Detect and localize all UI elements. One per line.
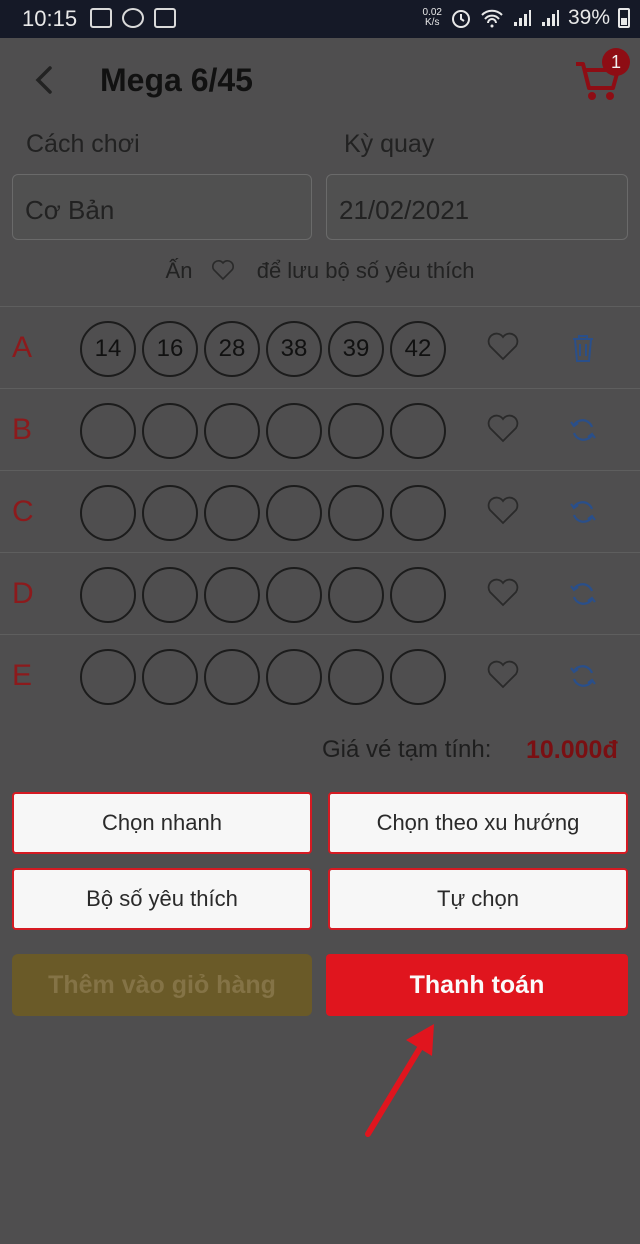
page-title: Mega 6/45 [100, 62, 253, 98]
refresh-icon[interactable] [566, 413, 600, 447]
heart-icon[interactable] [486, 495, 520, 527]
number-ball[interactable]: 42 [390, 321, 446, 377]
price-label: Giá vé tạm tính: [322, 736, 492, 763]
heart-icon[interactable] [486, 413, 520, 445]
network-speed-unit: K/s [425, 17, 440, 28]
heart-icon[interactable] [486, 659, 520, 691]
row-letter: D [12, 577, 34, 610]
favorite-hint: Ấn để lưu bộ số yêu thích [0, 258, 640, 284]
row-letter: E [12, 659, 33, 692]
refresh-icon[interactable] [566, 495, 600, 529]
cart-count-badge: 1 [602, 48, 630, 76]
gallery-icon [90, 8, 112, 28]
signal-icon-2 [541, 10, 559, 26]
number-ball[interactable] [328, 567, 384, 623]
number-balls [80, 485, 446, 541]
number-ball[interactable] [142, 567, 198, 623]
trash-icon[interactable] [566, 331, 600, 365]
draw-date-select[interactable]: 21/02/2021 [326, 174, 628, 240]
number-ball[interactable] [328, 649, 384, 705]
price-value: 10.000đ [526, 736, 618, 764]
number-ball[interactable] [266, 649, 322, 705]
number-ball[interactable]: 16 [142, 321, 198, 377]
number-ball[interactable] [142, 485, 198, 541]
number-row-b: B [0, 388, 640, 470]
data-saver-icon [122, 8, 144, 28]
checkout-button[interactable]: Thanh toán [326, 954, 628, 1016]
number-ball[interactable] [80, 485, 136, 541]
row-letter: C [12, 495, 34, 528]
number-ball[interactable] [142, 403, 198, 459]
battery-icon [618, 8, 630, 28]
self-pick-button[interactable]: Tự chọn [328, 868, 628, 930]
number-ball[interactable] [80, 567, 136, 623]
number-ball[interactable] [328, 485, 384, 541]
row-letter: B [12, 413, 33, 446]
hint-text-before: Ấn [165, 258, 193, 283]
number-ball[interactable] [390, 649, 446, 705]
number-ball[interactable] [266, 567, 322, 623]
status-time: 10:15 [22, 6, 78, 31]
annotation-arrow-icon [365, 1024, 434, 1137]
number-balls: 14 16 28 38 39 42 [80, 321, 446, 377]
number-ball[interactable] [204, 485, 260, 541]
number-row-c: C [0, 470, 640, 552]
number-ball[interactable]: 14 [80, 321, 136, 377]
heart-icon[interactable] [486, 331, 520, 363]
status-system-icons: 0.02 K/s 39% [423, 6, 630, 30]
status-bar: 10:15 0.02 K/s 39% [0, 0, 640, 38]
number-ball[interactable] [80, 403, 136, 459]
number-ball[interactable] [390, 403, 446, 459]
back-arrow-icon[interactable] [30, 62, 60, 98]
number-ball[interactable] [390, 567, 446, 623]
number-balls [80, 649, 446, 705]
number-ball[interactable] [80, 649, 136, 705]
number-ball[interactable] [266, 485, 322, 541]
number-ball[interactable] [266, 403, 322, 459]
favorites-button[interactable]: Bộ số yêu thích [12, 868, 312, 930]
wifi-icon [481, 9, 503, 28]
number-ball[interactable] [204, 649, 260, 705]
download-icon [154, 8, 176, 28]
number-ball[interactable]: 39 [328, 321, 384, 377]
refresh-icon[interactable] [566, 659, 600, 693]
status-notification-icons [90, 8, 176, 28]
number-ball[interactable] [328, 403, 384, 459]
battery-percent: 39% [567, 6, 610, 29]
number-ball[interactable]: 28 [204, 321, 260, 377]
play-type-select[interactable]: Cơ Bản [12, 174, 312, 240]
trend-pick-button[interactable]: Chọn theo xu hướng [328, 792, 628, 854]
refresh-icon[interactable] [566, 577, 600, 611]
signal-icon [513, 10, 531, 26]
number-ball[interactable] [142, 649, 198, 705]
heart-icon[interactable] [486, 577, 520, 609]
number-row-d: D [0, 552, 640, 634]
add-to-cart-button[interactable]: Thêm vào giỏ hàng [12, 954, 312, 1016]
heart-outline-icon [211, 260, 234, 281]
number-ball[interactable] [390, 485, 446, 541]
number-row-e: E [0, 634, 640, 716]
hint-text-after: để lưu bộ số yêu thích [256, 258, 475, 283]
number-row-a: A 14 16 28 38 39 42 [0, 306, 640, 388]
draw-date-label: Kỳ quay [344, 130, 435, 158]
number-ball[interactable] [204, 403, 260, 459]
number-ball[interactable] [204, 567, 260, 623]
number-balls [80, 567, 446, 623]
alarm-icon [451, 10, 470, 28]
number-ball[interactable]: 38 [266, 321, 322, 377]
number-balls [80, 403, 446, 459]
network-speed: 0.02 K/s [423, 8, 442, 28]
row-letter: A [12, 331, 33, 364]
play-type-label: Cách chơi [26, 130, 140, 158]
quick-pick-button[interactable]: Chọn nhanh [12, 792, 312, 854]
